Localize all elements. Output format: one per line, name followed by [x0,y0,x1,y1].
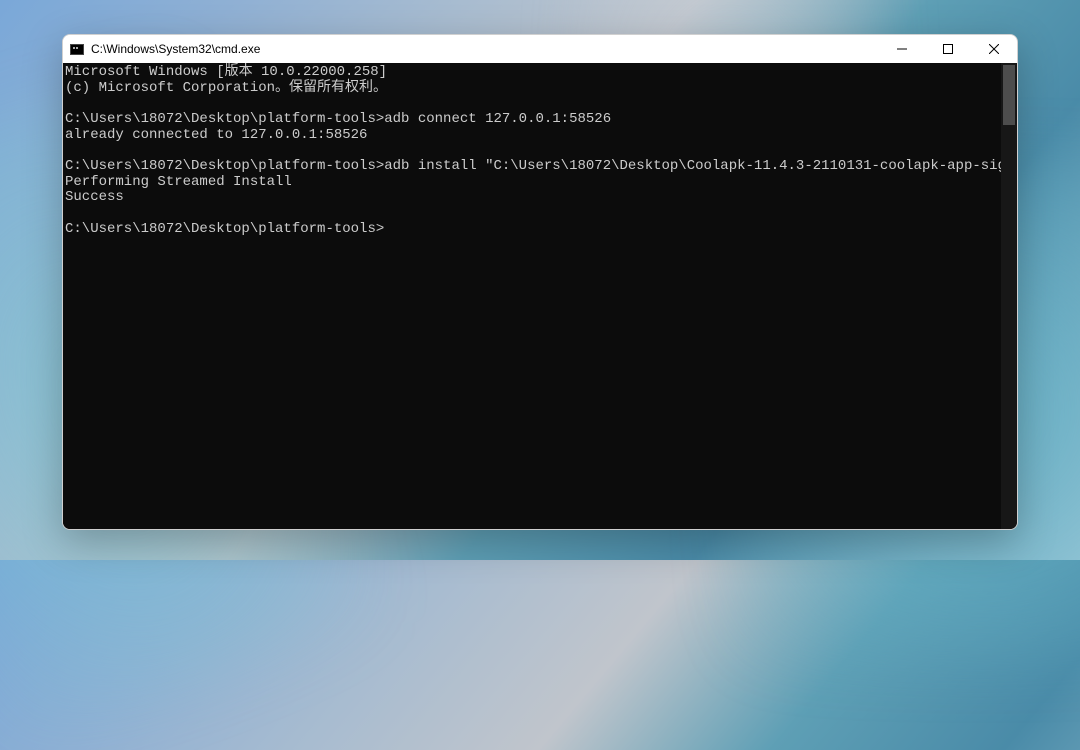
cmd-window: C:\Windows\System32\cmd.exe Microsoft Wi [62,34,1018,530]
maximize-button[interactable] [925,35,971,63]
terminal-line [65,143,1001,159]
scrollbar-thumb[interactable] [1003,65,1015,125]
minimize-icon [897,44,907,54]
window-controls [879,35,1017,63]
terminal-line: Performing Streamed Install [65,175,1001,191]
terminal-container: Microsoft Windows [版本 10.0.22000.258](c)… [63,63,1017,529]
maximize-icon [943,44,953,54]
terminal-line [65,96,1001,112]
terminal-line [65,206,1001,222]
scrollbar-track[interactable] [1001,63,1017,529]
terminal-line: Success [65,190,1001,206]
minimize-button[interactable] [879,35,925,63]
close-button[interactable] [971,35,1017,63]
cmd-icon [69,41,85,57]
close-icon [989,44,999,54]
terminal-output[interactable]: Microsoft Windows [版本 10.0.22000.258](c)… [63,63,1001,529]
terminal-line: (c) Microsoft Corporation。保留所有权利。 [65,81,1001,97]
window-title: C:\Windows\System32\cmd.exe [91,42,879,56]
titlebar[interactable]: C:\Windows\System32\cmd.exe [63,35,1017,63]
terminal-line: already connected to 127.0.0.1:58526 [65,128,1001,144]
terminal-line: Microsoft Windows [版本 10.0.22000.258] [65,65,1001,81]
terminal-line: C:\Users\18072\Desktop\platform-tools>ad… [65,112,1001,128]
terminal-line: C:\Users\18072\Desktop\platform-tools> [65,222,1001,238]
terminal-line: C:\Users\18072\Desktop\platform-tools>ad… [65,159,1001,175]
